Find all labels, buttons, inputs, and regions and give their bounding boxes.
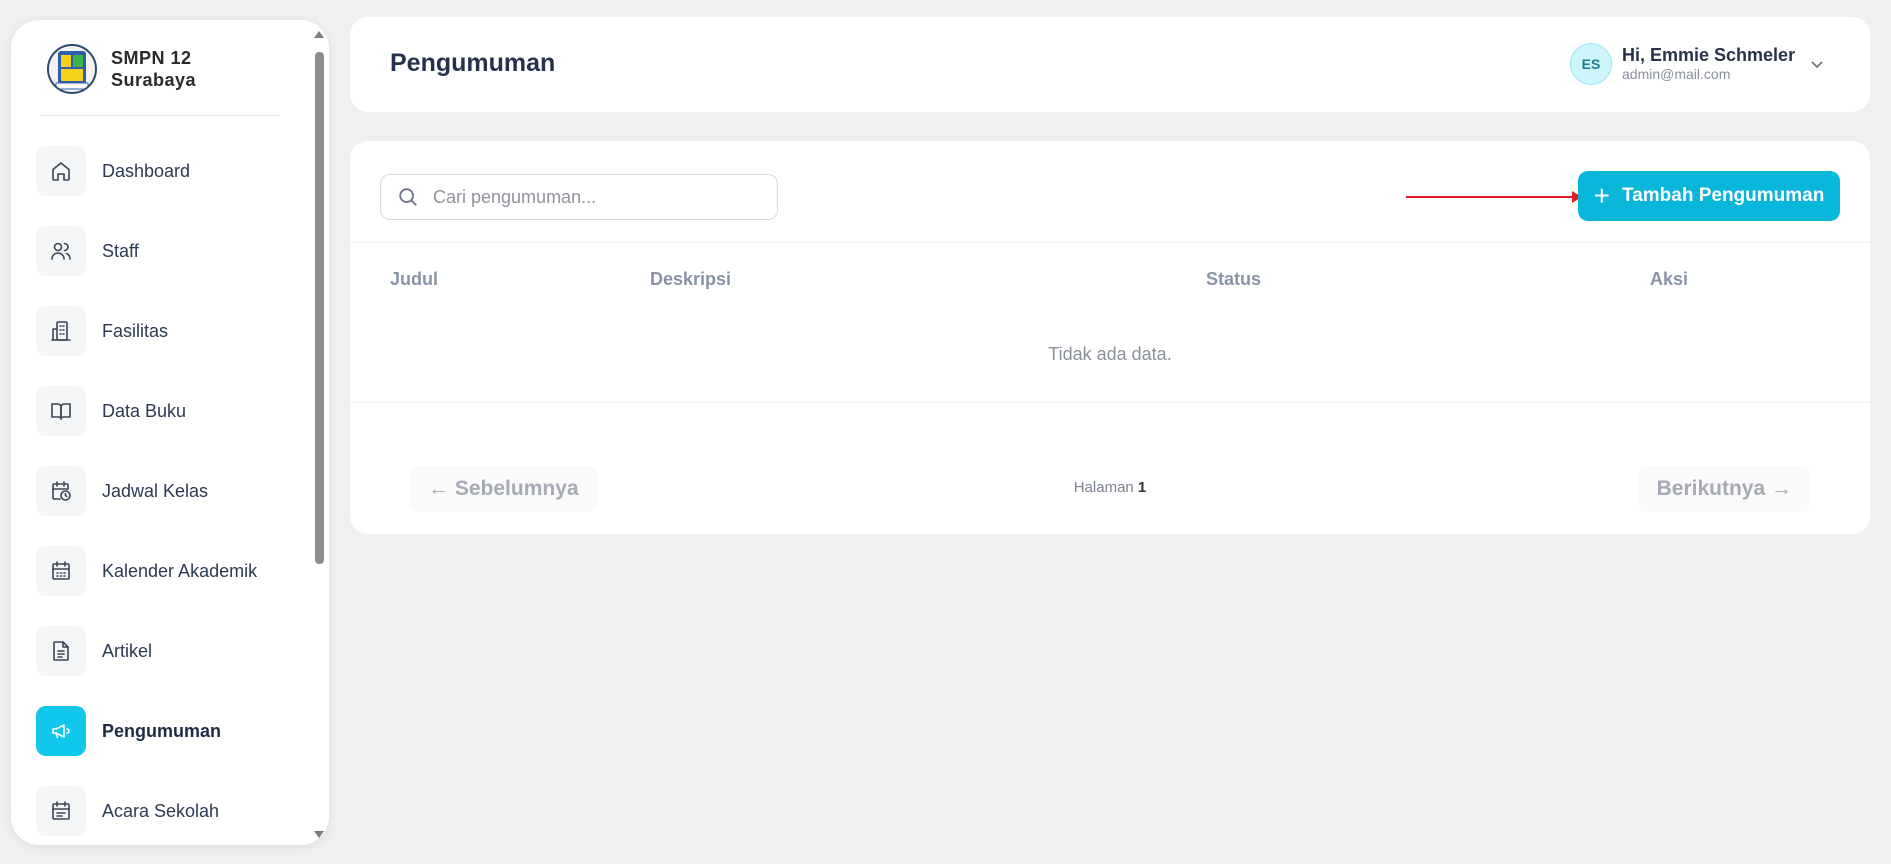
- sidebar-item-label: Dashboard: [102, 160, 191, 181]
- sidebar-item-acara-sekolah[interactable]: Acara Sekolah: [36, 785, 296, 837]
- annotation-arrow: [1406, 196, 1576, 198]
- announcements-panel: + Tambah Pengumuman Judul Deskripsi Stat…: [350, 141, 1870, 534]
- file-text-icon: [36, 626, 86, 676]
- megaphone-icon: [36, 706, 86, 756]
- sidebar-item-fasilitas[interactable]: Fasilitas: [36, 305, 296, 357]
- sidebar-item-artikel[interactable]: Artikel: [36, 625, 296, 677]
- sidebar-item-jadwal-kelas[interactable]: Jadwal Kelas: [36, 465, 296, 517]
- sidebar-item-pengumuman[interactable]: Pengumuman: [36, 705, 296, 757]
- user-email: admin@mail.com: [1622, 66, 1731, 82]
- calendar-clock-icon: [36, 466, 86, 516]
- search-box[interactable]: [380, 174, 778, 220]
- search-input[interactable]: [431, 185, 755, 209]
- column-header-status[interactable]: Status: [1206, 269, 1261, 290]
- chevron-down-icon[interactable]: [1809, 56, 1825, 72]
- sidebar-item-label: Artikel: [102, 640, 153, 661]
- brand-name: SMPN 12 Surabaya: [111, 48, 197, 90]
- school-logo: [47, 44, 97, 94]
- user-name: Hi, Emmie Schmeler: [1622, 45, 1796, 65]
- brand: SMPN 12 Surabaya: [47, 44, 206, 94]
- page-title: Pengumuman: [390, 49, 556, 77]
- building-icon: [36, 306, 86, 356]
- page-label: Halaman: [1073, 479, 1134, 496]
- sidebar-item-kalender-akademik[interactable]: Kalender Akademik: [36, 545, 296, 597]
- sidebar-item-label: Kalender Akademik: [102, 560, 258, 581]
- home-icon: [36, 146, 86, 196]
- table-divider: [350, 242, 1870, 243]
- sidebar-item-label: Pengumuman: [102, 720, 222, 741]
- users-icon: [36, 226, 86, 276]
- scroll-down-arrow[interactable]: [314, 831, 324, 838]
- sidebar: SMPN 12 Surabaya Dashboard Staff Fasilit…: [11, 20, 329, 845]
- table-divider: [350, 402, 1870, 403]
- search-icon: [399, 188, 417, 206]
- sidebar-scrollbar[interactable]: [313, 28, 325, 838]
- scroll-up-arrow[interactable]: [314, 31, 324, 38]
- column-header-deskripsi[interactable]: Deskripsi: [650, 269, 731, 290]
- column-header-judul[interactable]: Judul: [390, 269, 438, 290]
- calendar-list-icon: [36, 786, 86, 836]
- user-menu[interactable]: ES Hi, Emmie Schmeler admin@mail.com: [1570, 43, 1825, 85]
- sidebar-item-label: Jadwal Kelas: [102, 480, 209, 501]
- empty-state: Tidak ada data.: [1048, 344, 1172, 364]
- sidebar-item-data-buku[interactable]: Data Buku: [36, 385, 296, 437]
- brand-divider: [41, 115, 279, 116]
- scroll-thumb[interactable]: [315, 52, 324, 564]
- sidebar-item-label: Data Buku: [102, 400, 187, 421]
- book-open-icon: [36, 386, 86, 436]
- avatar: ES: [1570, 43, 1612, 85]
- header: Pengumuman ES Hi, Emmie Schmeler admin@m…: [350, 17, 1870, 112]
- add-announcement-button[interactable]: + Tambah Pengumuman: [1578, 171, 1840, 221]
- add-announcement-label: Tambah Pengumuman: [1622, 185, 1825, 206]
- page-number: 1: [1137, 479, 1147, 496]
- sidebar-item-label: Fasilitas: [102, 320, 169, 341]
- user-info: Hi, Emmie Schmeler admin@mail.com: [1622, 45, 1795, 83]
- sidebar-item-label: Acara Sekolah: [102, 800, 220, 821]
- sidebar-item-label: Staff: [102, 240, 139, 261]
- next-page-button[interactable]: Berikutnya →: [1638, 466, 1810, 512]
- plus-icon: +: [1593, 180, 1610, 211]
- calendar-icon: [36, 546, 86, 596]
- sidebar-item-dashboard[interactable]: Dashboard: [36, 145, 296, 197]
- sidebar-item-staff[interactable]: Staff: [36, 225, 296, 277]
- column-header-aksi[interactable]: Aksi: [1650, 269, 1688, 290]
